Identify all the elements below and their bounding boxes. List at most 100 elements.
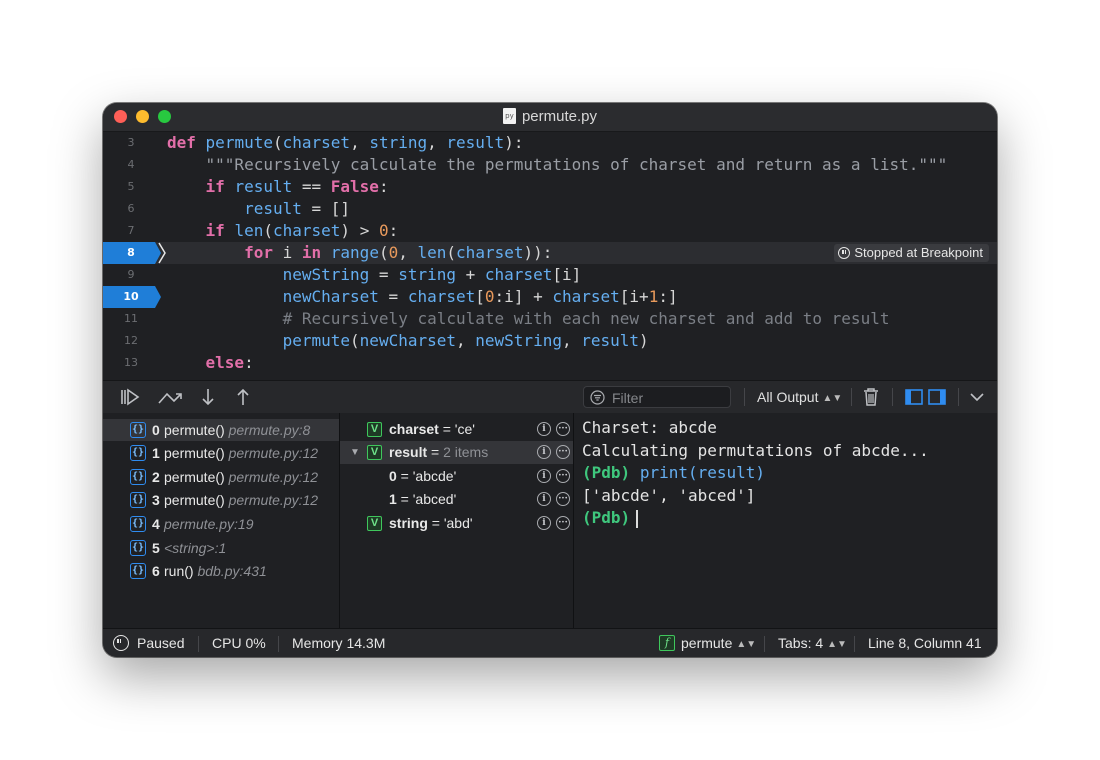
line-number[interactable]: 13 xyxy=(103,352,159,374)
pdb-prompt: (Pdb) xyxy=(582,508,631,527)
frame-function: permute() xyxy=(164,445,225,461)
frame-location: bdb.py:431 xyxy=(197,563,267,579)
debug-toolbar: All Output▲▼ xyxy=(103,380,997,414)
stack-frame[interactable]: {} 4 permute.py:19 xyxy=(103,513,339,535)
frame-index: 1 xyxy=(152,445,160,461)
code-line[interactable]: 9 newString = string + charset[i] xyxy=(103,264,997,286)
line-number[interactable]: 9 xyxy=(103,264,159,286)
line-number[interactable]: 3 xyxy=(103,132,159,154)
stack-frame[interactable]: {} 0 permute() permute.py:8 xyxy=(103,419,339,441)
variable-row[interactable]: 0 = 'abcde' i ··· xyxy=(340,465,573,488)
frame-function: permute() xyxy=(164,469,225,485)
pdb-prompt: (Pdb) xyxy=(582,463,631,482)
frame-index: 0 xyxy=(152,422,160,438)
stack-frame-icon: {} xyxy=(130,445,146,461)
debugger-state[interactable]: Paused xyxy=(113,629,184,657)
code-line[interactable]: 6 result = [] xyxy=(103,198,997,220)
frame-location: permute.py:12 xyxy=(228,445,319,461)
frame-index: 2 xyxy=(152,469,160,485)
toolbar-divider xyxy=(744,388,745,406)
debug-panels: {} 0 permute() permute.py:8 {} 1 permute… xyxy=(103,413,997,628)
left-panel-toggle-icon[interactable] xyxy=(904,386,924,408)
console-prompt-line[interactable]: (Pdb) xyxy=(582,507,639,529)
chevron-down-icon[interactable] xyxy=(969,386,985,408)
current-function-label: permute xyxy=(681,635,733,651)
code-editor[interactable]: 3 def permute(charset, string, result): … xyxy=(103,132,997,380)
current-code-line[interactable]: 8 for i in range(0, len(charset)): Stopp… xyxy=(103,242,997,264)
stopped-at-breakpoint-badge: Stopped at Breakpoint xyxy=(834,244,989,262)
frame-index: 5 xyxy=(152,540,160,556)
line-number[interactable]: 8 xyxy=(103,242,159,264)
breakpoint-badge-label: Stopped at Breakpoint xyxy=(854,245,983,260)
continue-icon[interactable] xyxy=(119,386,141,408)
code-line[interactable]: 4 """Recursively calculate the permutati… xyxy=(103,154,997,176)
info-icon[interactable]: i xyxy=(537,445,551,459)
disclosure-triangle-icon[interactable]: ▼ xyxy=(350,441,360,464)
python-file-icon: py xyxy=(502,108,516,124)
code-line[interactable]: 13 else: xyxy=(103,352,997,374)
right-panel-toggle-icon[interactable] xyxy=(927,386,947,408)
variable-name: 1 xyxy=(389,491,397,507)
variable-value: = 'abcde' xyxy=(396,468,457,484)
code-line[interactable]: 10 newCharset = charset[0:i] + charset[i… xyxy=(103,286,997,308)
cursor-position[interactable]: Line 8, Column 41 xyxy=(868,629,982,657)
variable-row[interactable]: V string = 'abd' i ··· xyxy=(340,512,573,535)
more-icon[interactable]: ··· xyxy=(556,516,570,530)
code-line[interactable]: 5 if result == False: xyxy=(103,176,997,198)
console-command: print(result) xyxy=(639,463,766,482)
variable-name: charset xyxy=(389,421,439,437)
toolbar-divider xyxy=(851,388,852,406)
variable-row[interactable]: 1 = 'abced' i ··· xyxy=(340,488,573,511)
stack-frame[interactable]: {} 1 permute() permute.py:12 xyxy=(103,442,339,464)
line-number[interactable]: 12 xyxy=(103,330,159,352)
line-number[interactable]: 4 xyxy=(103,154,159,176)
line-number[interactable]: 11 xyxy=(103,308,159,330)
frame-index: 4 xyxy=(152,516,160,532)
frame-function: run() xyxy=(164,563,194,579)
line-number[interactable]: 6 xyxy=(103,198,159,220)
code-line[interactable]: 3 def permute(charset, string, result): xyxy=(103,132,997,154)
code-line[interactable]: 7 if len(charset) > 0: xyxy=(103,220,997,242)
filter-input[interactable] xyxy=(610,388,730,408)
variable-row[interactable]: V charset = 'ce' i ··· xyxy=(340,418,573,441)
frame-location: permute.py:12 xyxy=(228,469,319,485)
stack-frame-icon: {} xyxy=(130,492,146,508)
info-icon[interactable]: i xyxy=(537,422,551,436)
trash-icon[interactable] xyxy=(862,386,880,408)
info-icon[interactable]: i xyxy=(537,516,551,530)
code-text: result = [] xyxy=(244,199,351,218)
more-icon[interactable]: ··· xyxy=(556,422,570,436)
stack-frame-icon: {} xyxy=(130,422,146,438)
stack-frame[interactable]: {} 3 permute() permute.py:12 xyxy=(103,489,339,511)
title-bar: py permute.py xyxy=(103,103,997,132)
step-into-icon[interactable] xyxy=(199,386,217,408)
more-icon[interactable]: ··· xyxy=(556,492,570,506)
variable-row[interactable]: ▼ V result = 2 items i ··· xyxy=(340,441,573,464)
debug-console[interactable]: Charset: abcde Calculating permutations … xyxy=(574,413,997,628)
output-filter-select[interactable]: All Output ▲▼ xyxy=(757,381,842,413)
info-icon[interactable]: i xyxy=(537,469,551,483)
info-icon[interactable]: i xyxy=(537,492,551,506)
filter-field[interactable] xyxy=(583,386,731,408)
current-function-select[interactable]: f permute ▲▼ xyxy=(659,629,756,657)
step-out-icon[interactable] xyxy=(234,386,252,408)
code-line[interactable]: 11 # Recursively calculate with each new… xyxy=(103,308,997,330)
debugger-state-label: Paused xyxy=(137,635,185,651)
memory-usage: Memory 14.3M xyxy=(292,635,386,651)
tab-size-select[interactable]: Tabs: 4 ▲▼ xyxy=(778,629,847,657)
variable-type-badge: V xyxy=(367,422,382,437)
line-number[interactable]: 7 xyxy=(103,220,159,242)
paused-icon xyxy=(113,635,129,652)
stack-frame[interactable]: {} 5 <string>:1 xyxy=(103,537,339,559)
line-number[interactable]: 5 xyxy=(103,176,159,198)
status-divider xyxy=(198,636,199,652)
step-over-icon[interactable] xyxy=(157,386,183,408)
updown-chevron-icon: ▲▼ xyxy=(827,639,847,650)
more-icon[interactable]: ··· xyxy=(556,445,570,459)
stack-frame[interactable]: {} 6 run() bdb.py:431 xyxy=(103,560,339,582)
frame-index: 3 xyxy=(152,492,160,508)
stack-frame[interactable]: {} 2 permute() permute.py:12 xyxy=(103,466,339,488)
line-number[interactable]: 10 xyxy=(103,286,159,308)
more-icon[interactable]: ··· xyxy=(556,469,570,483)
code-line[interactable]: 12 permute(newCharset, newString, result… xyxy=(103,330,997,352)
